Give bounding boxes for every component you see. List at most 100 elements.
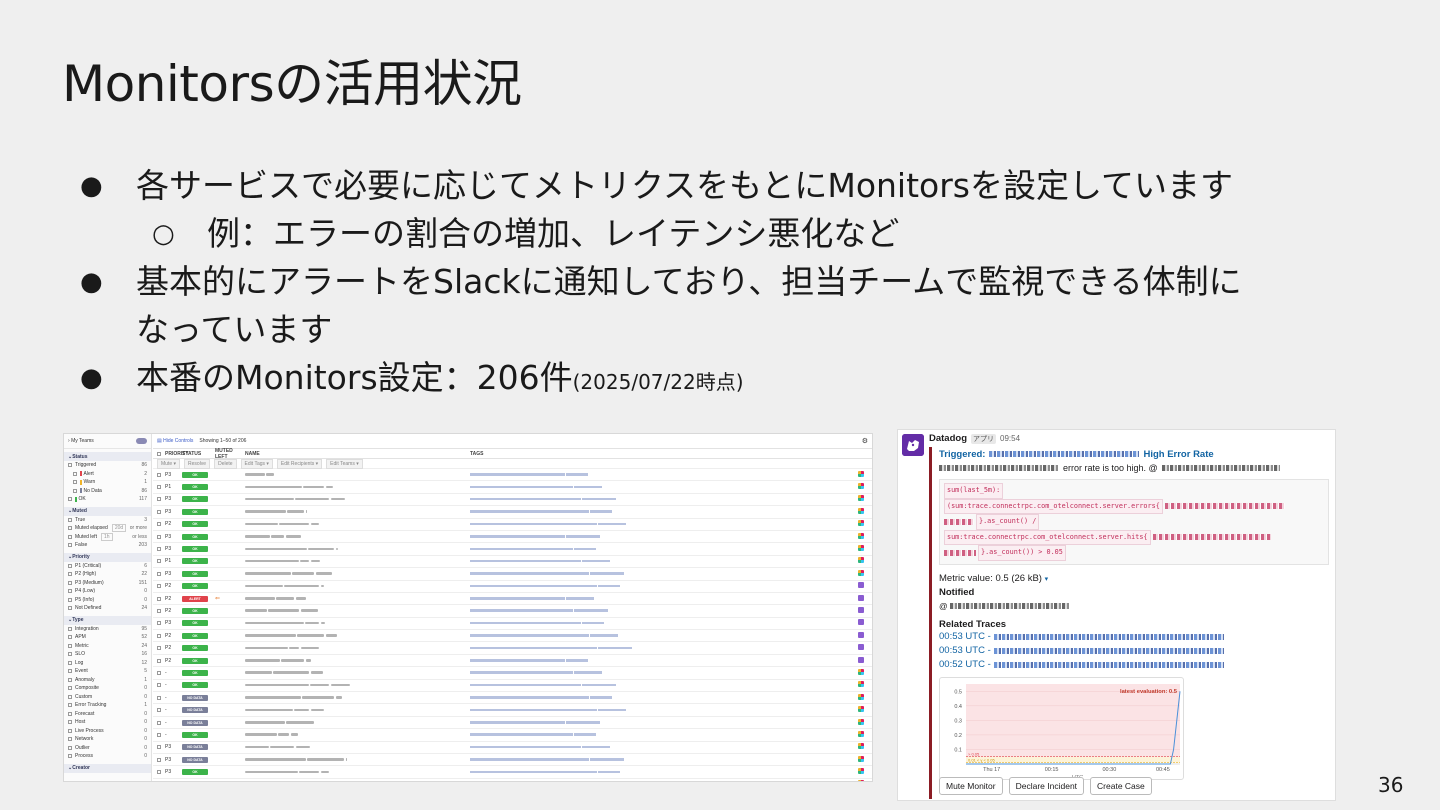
facet-checkbox[interactable] xyxy=(68,543,72,548)
facet-checkbox[interactable] xyxy=(68,606,72,611)
row-checkbox[interactable] xyxy=(157,732,161,737)
facet-checkbox[interactable] xyxy=(68,660,72,665)
hide-controls-link[interactable]: ▤ Hide Controls xyxy=(157,438,193,444)
facet-option[interactable]: False 203 xyxy=(64,541,151,550)
gear-icon[interactable]: ⚙ xyxy=(862,437,868,445)
facet-checkbox[interactable] xyxy=(73,488,77,493)
select-all-checkbox[interactable] xyxy=(157,451,161,456)
table-row[interactable]: P2 ALERT ⇐ xyxy=(153,593,872,606)
facet-option[interactable]: Muted left 1h or less xyxy=(64,532,151,542)
facet-option[interactable]: Event 5 xyxy=(64,667,151,676)
facet-checkbox[interactable] xyxy=(68,703,72,708)
facet-option[interactable]: Log 12 xyxy=(64,659,151,668)
row-checkbox[interactable] xyxy=(157,571,161,576)
facet-option[interactable]: APM 52 xyxy=(64,633,151,642)
bulk-action-button[interactable]: Edit Recipients ▾ xyxy=(276,458,323,469)
row-checkbox[interactable] xyxy=(157,745,161,750)
facet-checkbox[interactable] xyxy=(68,669,72,674)
row-checkbox[interactable] xyxy=(157,621,161,626)
row-checkbox[interactable] xyxy=(157,770,161,775)
facet-checkbox[interactable] xyxy=(68,677,72,682)
table-row[interactable]: P2 OK xyxy=(153,581,872,593)
facet-checkbox[interactable] xyxy=(68,754,72,759)
row-checkbox[interactable] xyxy=(157,633,161,638)
table-row[interactable]: P3OK xyxy=(153,506,872,519)
bulk-action-button[interactable]: Edit Tags ▾ xyxy=(240,458,273,469)
table-row[interactable]: - OK xyxy=(153,729,872,742)
trace-link[interactable]: 00:52 UTC - xyxy=(939,658,1329,672)
row-checkbox[interactable] xyxy=(157,658,161,663)
table-row[interactable]: - NO DATA xyxy=(153,704,872,717)
row-checkbox[interactable] xyxy=(157,708,161,713)
create-case-button[interactable]: Create Case xyxy=(1090,777,1152,795)
row-checkbox[interactable] xyxy=(157,547,161,552)
facet-option[interactable]: OK 117 xyxy=(64,495,151,504)
message-time[interactable]: 09:54 xyxy=(1000,434,1020,443)
facet-group-title[interactable]: ⌄ Status xyxy=(64,452,151,461)
facet-option[interactable]: P3 (Medium) 151 xyxy=(64,579,151,588)
row-checkbox[interactable] xyxy=(157,757,161,762)
bulk-action-button[interactable]: Resolve xyxy=(184,458,211,469)
table-row[interactable]: - OK xyxy=(153,680,872,693)
row-checkbox[interactable] xyxy=(157,683,161,688)
row-checkbox[interactable] xyxy=(157,646,161,651)
col-name[interactable]: NAME xyxy=(245,451,470,457)
facet-checkbox[interactable] xyxy=(68,686,72,691)
facet-checkbox[interactable] xyxy=(68,720,72,725)
trace-link[interactable]: 00:53 UTC - xyxy=(939,644,1329,658)
facet-group-title[interactable]: ⌄ Creator xyxy=(64,763,151,773)
facet-option[interactable]: Integration 95 xyxy=(64,625,151,634)
facet-checkbox[interactable] xyxy=(68,517,72,522)
bulk-action-button[interactable]: Delete xyxy=(214,458,237,469)
triggered-title[interactable]: Triggered: High Error Rate xyxy=(939,447,1329,461)
facet-option[interactable]: Composite 0 xyxy=(64,684,151,693)
facet-option[interactable]: Error Tracking 1 xyxy=(64,701,151,710)
table-row[interactable]: P3OK xyxy=(153,779,872,781)
facet-checkbox[interactable] xyxy=(68,589,72,594)
facet-option[interactable]: Process 0 xyxy=(64,752,151,761)
trace-link[interactable]: 00:53 UTC - xyxy=(939,630,1329,644)
facet-checkbox[interactable] xyxy=(68,711,72,716)
row-checkbox[interactable] xyxy=(157,608,161,613)
facet-option[interactable]: Anomaly 1 xyxy=(64,676,151,685)
facet-group-title[interactable]: ⌄ Priority xyxy=(64,552,151,562)
table-row[interactable]: P3OK xyxy=(153,766,872,779)
table-row[interactable]: P2 OK xyxy=(153,519,872,531)
facet-checkbox[interactable] xyxy=(68,626,72,631)
table-row[interactable]: P2 OK xyxy=(153,630,872,643)
facet-group-title[interactable]: ⌄ Type xyxy=(64,615,151,625)
row-checkbox[interactable] xyxy=(157,522,161,527)
declare-incident-button[interactable]: Declare Incident xyxy=(1008,777,1085,795)
facet-checkbox[interactable] xyxy=(68,572,72,577)
table-row[interactable]: P3OK xyxy=(153,568,872,581)
facet-checkbox[interactable] xyxy=(68,526,72,531)
facet-option[interactable]: Alert 2 xyxy=(64,470,151,479)
facet-checkbox[interactable] xyxy=(68,497,72,502)
row-checkbox[interactable] xyxy=(157,695,161,700)
col-priority[interactable]: PRIORITY xyxy=(165,451,189,457)
row-checkbox[interactable] xyxy=(157,534,161,539)
row-checkbox[interactable] xyxy=(157,497,161,502)
row-checkbox[interactable] xyxy=(157,509,161,514)
facet-checkbox[interactable] xyxy=(68,745,72,750)
facet-option[interactable]: Forecast 0 xyxy=(64,710,151,719)
facet-option[interactable]: Live Process 0 xyxy=(64,727,151,736)
facet-option[interactable]: Outlier 0 xyxy=(64,744,151,753)
table-row[interactable]: P2 OK xyxy=(153,605,872,618)
row-checkbox[interactable] xyxy=(157,472,161,477)
sender-name[interactable]: Datadog xyxy=(929,433,967,444)
facet-option[interactable]: P1 (Critical) 6 xyxy=(64,562,151,571)
col-status[interactable]: STATUS xyxy=(182,451,215,457)
facet-option[interactable]: Custom 0 xyxy=(64,693,151,702)
table-row[interactable]: - OK xyxy=(153,667,872,680)
facet-checkbox[interactable] xyxy=(68,635,72,640)
table-row[interactable]: P1 OK xyxy=(153,556,872,569)
table-row[interactable]: P3OK xyxy=(153,469,872,482)
table-row[interactable]: P3OK xyxy=(153,494,872,507)
facet-checkbox[interactable] xyxy=(68,694,72,699)
facet-option[interactable]: Muted elapsed 20d or more xyxy=(64,524,151,533)
table-row[interactable]: P2 OK xyxy=(153,642,872,655)
facet-option[interactable]: True 3 xyxy=(64,516,151,525)
table-row[interactable]: - NO DATA xyxy=(153,717,872,730)
facet-option[interactable]: Not Defined 24 xyxy=(64,604,151,613)
